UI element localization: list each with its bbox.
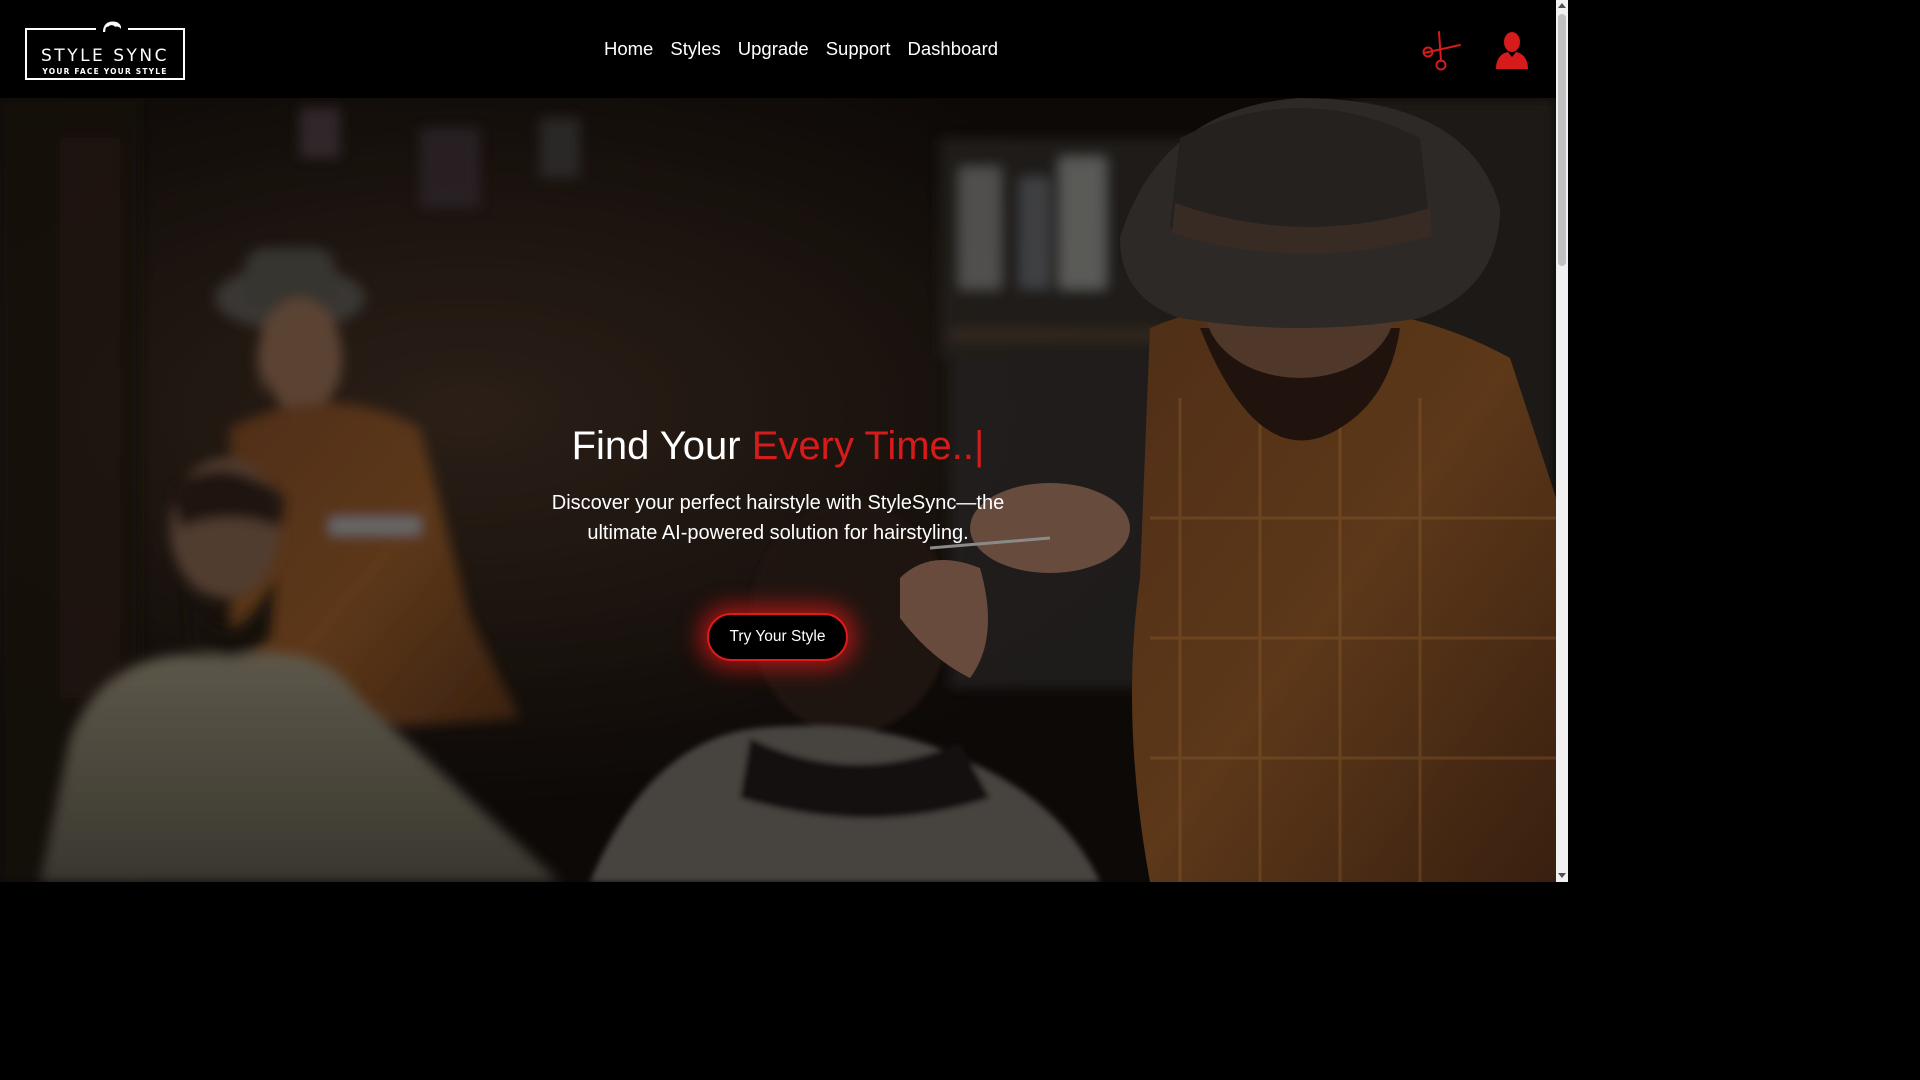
hero-title: Find Your Every Time..|	[0, 422, 1556, 470]
user-icon[interactable]	[1494, 31, 1530, 69]
hair-icon	[96, 18, 128, 34]
nav-support[interactable]: Support	[826, 37, 891, 61]
nav-upgrade[interactable]: Upgrade	[738, 37, 809, 61]
typing-cursor: |	[974, 424, 985, 468]
hero-title-prefix: Find Your	[571, 424, 752, 468]
scroll-down-arrow-icon[interactable]	[1558, 873, 1566, 878]
site-header: STYLE SYNC YOUR FACE YOUR STYLE Home Sty…	[0, 0, 1556, 98]
try-your-style-button[interactable]: Try Your Style	[707, 613, 848, 661]
brand-logo[interactable]: STYLE SYNC YOUR FACE YOUR STYLE	[25, 18, 185, 80]
nav-home[interactable]: Home	[604, 37, 653, 61]
hero-title-accent: Every Time..	[751, 424, 974, 468]
page-scrollbar[interactable]	[1556, 0, 1568, 882]
nav-styles[interactable]: Styles	[670, 37, 720, 61]
brand-tagline: YOUR FACE YOUR STYLE	[42, 67, 168, 76]
hero-description: Discover your perfect hairstyle with Sty…	[551, 492, 1005, 544]
page: STYLE SYNC YOUR FACE YOUR STYLE Home Sty…	[0, 0, 1568, 882]
scissors-icon[interactable]	[1420, 30, 1462, 72]
brand-name: STYLE SYNC	[41, 46, 169, 66]
scrollbar-thumb[interactable]	[1558, 14, 1566, 266]
hero-section: Find Your Every Time..| Discover your pe…	[0, 98, 1556, 882]
scroll-up-arrow-icon[interactable]	[1558, 3, 1566, 8]
main-nav: Home Styles Upgrade Support Dashboard	[604, 37, 998, 61]
nav-dashboard[interactable]: Dashboard	[908, 37, 999, 61]
